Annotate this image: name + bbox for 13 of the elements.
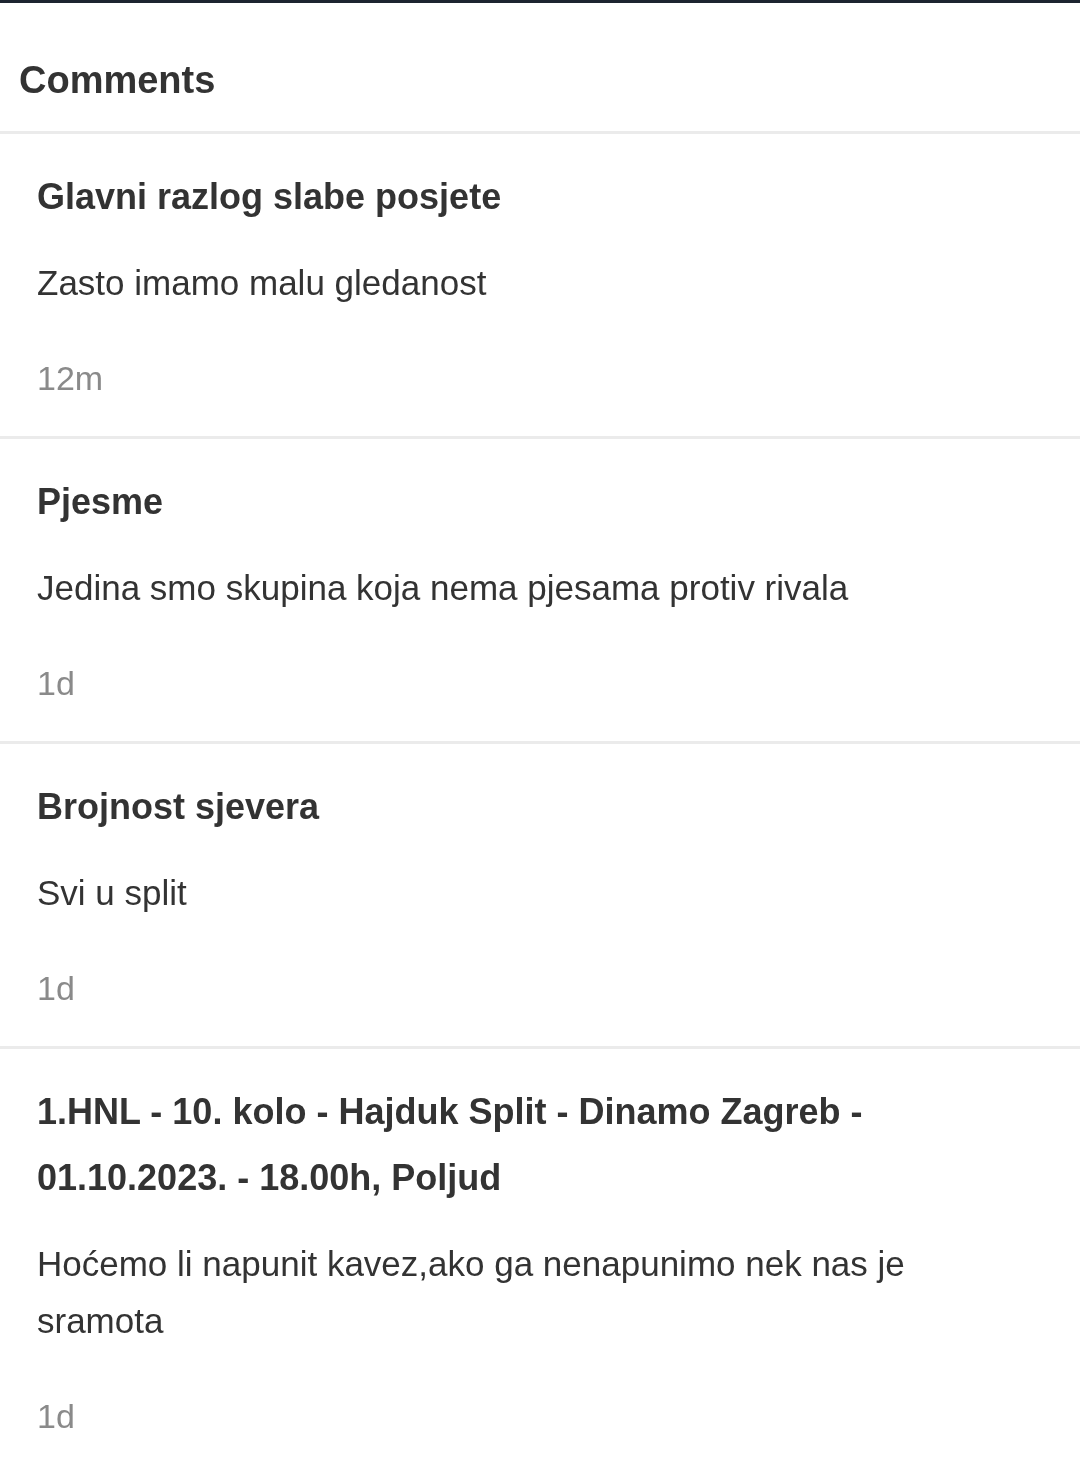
comment-text: Jedina smo skupina koja nema pjesama protiv rivala <box>37 567 850 609</box>
section-title: Comments <box>0 3 1080 134</box>
comment-title[interactable]: 1.HNL - 10. kolo - Hajduk Split - Dinamo Zagreb - 01.10.2023. - 18.00h, Poljud <box>37 1079 1020 1211</box>
comment-time: 12m <box>37 358 105 399</box>
comment-title[interactable]: Brojnost sjevera <box>37 774 1020 840</box>
comment-time: 1d <box>37 663 76 704</box>
comment-text: Zasto imamo malu gledanost <box>37 262 488 304</box>
comment-text: Svi u split <box>37 872 188 914</box>
comment-title[interactable]: Glavni razlog slabe posjete <box>37 164 1020 230</box>
comment-title[interactable]: Pjesme <box>37 469 1020 535</box>
comment-text: Hoćemo li napunit kavez,ako ga nenapunimo nek nas je sramota <box>37 1243 906 1342</box>
comment-time: 1d <box>37 1396 76 1437</box>
comment-time: 1d <box>37 968 76 1009</box>
